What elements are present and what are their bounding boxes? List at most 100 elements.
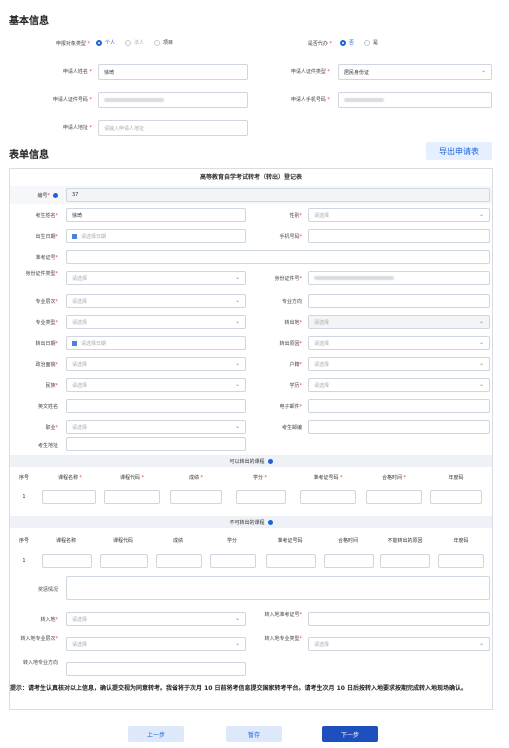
- gender-select[interactable]: 请选择 ⌄: [308, 208, 490, 222]
- in-mtype-select[interactable]: 请选择 ⌄: [308, 637, 490, 651]
- col-course-code: 课程代码: [112, 538, 133, 544]
- next-button[interactable]: 下一步: [322, 726, 378, 742]
- col-no: 序号: [18, 475, 29, 481]
- form-table-title: 高等教育自学考试转考（转出）登记表: [199, 174, 302, 181]
- applicant-name-input[interactable]: 徐琦: [98, 64, 248, 80]
- ename-input[interactable]: [66, 399, 246, 413]
- col-year-code: 年度码: [453, 538, 469, 544]
- job-select[interactable]: 请选择 ⌄: [66, 420, 246, 434]
- chevron-down-icon: ⌄: [234, 615, 240, 622]
- outdate-label: 转出日期*: [35, 341, 58, 347]
- ok-pass-time-input[interactable]: [366, 490, 422, 504]
- chevron-down-icon: ⌄: [234, 297, 240, 304]
- phone-label: 申请人手机号码 *: [290, 97, 330, 103]
- nation-label: 民族*: [45, 383, 58, 389]
- in-area-select[interactable]: 请选择 ⌄: [66, 612, 246, 626]
- no-year-code-input[interactable]: [438, 554, 484, 568]
- phone-input[interactable]: [338, 92, 492, 108]
- email-input[interactable]: [308, 399, 490, 413]
- mobile-input[interactable]: [308, 229, 490, 243]
- no-reason-input[interactable]: [380, 554, 430, 568]
- radio-legal[interactable]: 法人: [125, 39, 144, 46]
- no-course-code-input[interactable]: [100, 554, 148, 568]
- export-form-button[interactable]: 导出申请表: [426, 142, 492, 160]
- exam-name-input[interactable]: 徐琦: [66, 208, 246, 222]
- id-type-select[interactable]: 居民身份证 ⌄: [338, 64, 492, 80]
- mtype-label: 专业类型*: [35, 320, 58, 326]
- edu-label: 学历*: [289, 383, 302, 389]
- col-no: 序号: [18, 538, 29, 544]
- chevron-down-icon: ⌄: [234, 423, 240, 430]
- mobile-label: 手机号码*: [279, 234, 302, 240]
- ok-year-code-input[interactable]: [430, 490, 482, 504]
- addr-input[interactable]: [66, 437, 246, 451]
- address-label: 申请人地址 *: [62, 125, 92, 131]
- info-icon: [267, 458, 273, 464]
- address-input[interactable]: 请输入申请人地址: [98, 120, 248, 136]
- in-direction-input[interactable]: [66, 662, 246, 676]
- radio-agent-yes[interactable]: 是: [364, 39, 378, 46]
- no-credit-input[interactable]: [210, 554, 256, 568]
- col-credit: 学分 *: [252, 475, 268, 481]
- hukou-label: 户籍*: [289, 362, 302, 368]
- nation-select[interactable]: 请选择 ⌄: [66, 378, 246, 392]
- job-label: 职业*: [45, 425, 58, 431]
- transfer-no-header: 不可转出的课程: [10, 516, 492, 528]
- applicant-type-label: 申报对象类型 *: [55, 41, 90, 47]
- chevron-down-icon: ⌄: [234, 318, 240, 325]
- ok-ticket-input[interactable]: [300, 490, 356, 504]
- in-ticket-input[interactable]: [308, 612, 490, 626]
- mtype-select[interactable]: 请选择 ⌄: [66, 315, 246, 329]
- idno-input[interactable]: [308, 271, 490, 285]
- outdate-picker[interactable]: 请选择日期: [66, 336, 246, 350]
- reason-label: 转出原因*: [279, 341, 302, 347]
- chevron-down-icon: ⌄: [478, 339, 484, 346]
- agent-radio-group[interactable]: 否 是: [340, 39, 388, 46]
- save-draft-button[interactable]: 暂存: [226, 726, 282, 742]
- no-pass-time-input[interactable]: [324, 554, 374, 568]
- in-area-label: 转入地*: [40, 617, 58, 623]
- radio-project[interactable]: 项目: [154, 39, 173, 46]
- postcode-input[interactable]: [308, 420, 490, 434]
- col-pass-time: 合格时间 *: [381, 475, 407, 481]
- chevron-down-icon: ⌄: [234, 640, 240, 647]
- reward-label: 奖惩情况: [37, 587, 58, 593]
- basic-info-title: 基本信息: [9, 16, 49, 27]
- notice-text: 提示：请考生认真核对以上信息，确认提交视为同意转考。我省将于次月 10 日前将考…: [10, 685, 468, 692]
- calendar-icon: [72, 233, 77, 239]
- no-score-input[interactable]: [156, 554, 202, 568]
- applicant-type-radio-group[interactable]: 个人 法人 项目: [96, 39, 183, 46]
- ok-credit-input[interactable]: [236, 490, 286, 504]
- reason-select[interactable]: 请选择 ⌄: [308, 336, 490, 350]
- politics-select[interactable]: 请选择 ⌄: [66, 357, 246, 371]
- col-pass-time: 合格时间: [337, 538, 358, 544]
- gender-label: 性别*: [289, 213, 302, 219]
- edu-select[interactable]: 请选择 ⌄: [308, 378, 490, 392]
- info-icon: [53, 193, 58, 198]
- birth-date-picker[interactable]: 请选择日期: [66, 229, 246, 243]
- prev-button[interactable]: 上一步: [128, 726, 184, 742]
- no-ticket-input[interactable]: [266, 554, 316, 568]
- info-icon: [267, 519, 273, 525]
- in-level-select[interactable]: 请选择 ⌄: [66, 637, 246, 651]
- outarea-select: 请选择 ⌄: [308, 315, 490, 329]
- direction-input[interactable]: [308, 294, 490, 308]
- ok-course-name-input[interactable]: [42, 490, 96, 504]
- no-course-name-input[interactable]: [42, 554, 92, 568]
- ok-course-code-input[interactable]: [104, 490, 160, 504]
- politics-label: 政治面貌*: [35, 362, 58, 368]
- in-level-label: 转入地专业层次*: [20, 636, 58, 642]
- id-number-input[interactable]: [98, 92, 248, 108]
- chevron-down-icon: ⌄: [478, 360, 484, 367]
- row-no: 1: [22, 558, 26, 564]
- col-ticket-no: 准考证号码 *: [313, 475, 343, 481]
- direction-label: 专业方向: [281, 299, 302, 305]
- reward-textarea[interactable]: [66, 576, 490, 600]
- idtype-select[interactable]: 请选择 ⌄: [66, 271, 246, 285]
- hukou-select[interactable]: 请选择 ⌄: [308, 357, 490, 371]
- level-select[interactable]: 请选择 ⌄: [66, 294, 246, 308]
- ok-score-input[interactable]: [170, 490, 222, 504]
- radio-agent-no[interactable]: 否: [340, 39, 354, 46]
- radio-personal[interactable]: 个人: [96, 39, 115, 46]
- ticket-input[interactable]: [66, 250, 490, 264]
